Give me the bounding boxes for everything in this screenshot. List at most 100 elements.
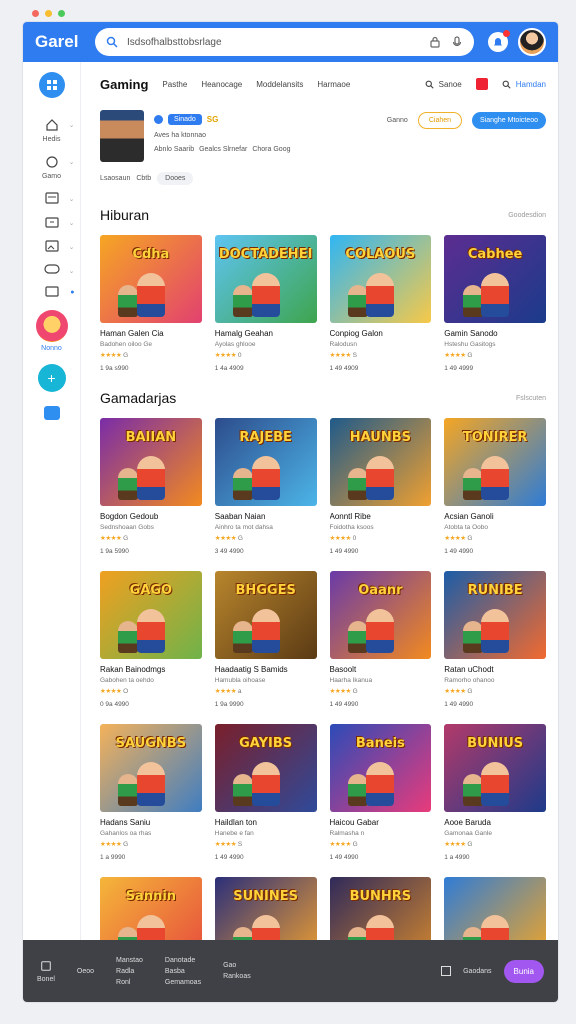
game-card[interactable]: Sannin [100, 877, 202, 940]
game-title[interactable]: Haicou Gabar [330, 818, 432, 827]
chip[interactable]: Lsaosaun [100, 175, 130, 182]
game-title[interactable]: Gamin Sanodo [444, 329, 546, 338]
profile-tag[interactable]: Sinado [168, 114, 202, 125]
profile-picture[interactable] [100, 110, 144, 162]
sidebar-item-media[interactable]: ⌄ [23, 240, 81, 252]
game-thumbnail[interactable]: RUNIBE [444, 571, 546, 659]
game-card[interactable]: RUNIBE Ratan uChodt Ramorho ohanoo ★★★★ G 1 … [444, 571, 546, 708]
game-card[interactable]: COLAOUS Conpiog Galon Ralodusn ★★★★ S 1 49 4… [329, 235, 432, 372]
bottom-link[interactable]: Gemamoas [165, 979, 201, 986]
apps-grid-icon[interactable] [38, 72, 65, 98]
game-thumbnail[interactable]: DOCTADEHEI [214, 235, 317, 323]
game-thumbnail[interactable]: Cabhee [444, 235, 546, 323]
close-dot[interactable] [32, 10, 39, 17]
section-see-all-link[interactable]: Goodesdion [508, 212, 546, 219]
lock-icon[interactable] [428, 35, 442, 49]
game-card[interactable] [444, 877, 546, 940]
game-title[interactable]: Saaban Naian [215, 512, 317, 521]
game-title[interactable]: Aonntl Ribe [330, 512, 432, 521]
game-title[interactable]: Haadaatig S Bamids [215, 665, 317, 674]
mic-icon[interactable] [450, 35, 464, 49]
bottom-home[interactable]: Bonel [37, 960, 55, 983]
bottom-link[interactable]: Manstao [116, 957, 143, 964]
game-title[interactable]: Conpiog Galon [330, 329, 432, 338]
maximize-dot[interactable] [58, 10, 65, 17]
nav-user[interactable]: Hamdan [502, 80, 546, 89]
game-card[interactable]: SAUGNBS Hadans Saniu Gahanlos oa rhas ★★★★ … [100, 724, 202, 861]
game-title[interactable]: Hamalg Geahan [215, 329, 317, 338]
chip[interactable]: Dooes [157, 172, 194, 185]
game-title[interactable]: Rakan Bainodmgs [100, 665, 202, 674]
chip[interactable]: Cbtb [136, 175, 151, 182]
game-thumbnail[interactable]: TONIRER [444, 418, 546, 506]
game-title[interactable]: Ratan uChodt [444, 665, 546, 674]
game-thumbnail[interactable]: Cdha [100, 235, 202, 323]
game-card[interactable]: GAYIBS Haildlan ton Hanebe e fan ★★★★ S 1 49… [214, 724, 317, 861]
game-card[interactable]: HAUNBS Aonntl Ribe Foidotha ksoos ★★★★ 0 1 4… [329, 418, 432, 555]
game-thumbnail[interactable]: HAUNBS [329, 418, 432, 506]
bottom-link[interactable]: Danotade [165, 957, 201, 964]
search-input[interactable]: Isdsofhalbsttobsrlage [127, 37, 420, 48]
game-thumbnail[interactable]: BUNHRS [329, 877, 432, 940]
sidebar-item-store[interactable]: ⌄ [23, 216, 81, 228]
game-title[interactable]: Basoolt [330, 665, 432, 674]
game-card[interactable]: SUNINES [214, 877, 317, 940]
game-card[interactable]: Oaanr Basoolt Haarha Ikanua ★★★★ G 1 49 4990 [329, 571, 432, 708]
game-card[interactable]: BUNHRS [329, 877, 432, 940]
game-thumbnail[interactable]: Sannin [100, 877, 202, 940]
user-avatar[interactable] [518, 28, 546, 56]
primary-action-button[interactable]: Sianghe Mtoicteoo [472, 112, 546, 129]
game-thumbnail[interactable]: BAIIAN [100, 418, 202, 506]
bottom-link[interactable]: Gao [223, 962, 251, 969]
game-card[interactable]: RAJEBE Saaban Naian Ainhro ta mot dahsa ★★★… [214, 418, 317, 555]
game-thumbnail[interactable]: BHGGES [214, 571, 317, 659]
game-thumbnail[interactable]: RAJEBE [214, 418, 317, 506]
game-title[interactable]: Haman Galen Cia [100, 329, 202, 338]
section-see-all-link[interactable]: Fslscuten [516, 395, 546, 402]
mascot-avatar[interactable] [35, 310, 68, 342]
game-thumbnail[interactable]: SUNINES [214, 877, 317, 940]
game-card[interactable]: Baneis Haicou Gabar Ralmasha n ★★★★ G 1 49 4… [329, 724, 432, 861]
nav-item[interactable]: Moddelansits [256, 80, 303, 89]
game-thumbnail[interactable]: GAYIBS [214, 724, 317, 812]
game-title[interactable]: Acsian Ganoli [444, 512, 546, 521]
game-card[interactable]: TONIRER Acsian Ganoli Atobta ta Oobo ★★★★ G… [444, 418, 546, 555]
add-icon[interactable]: + [37, 364, 66, 392]
game-thumbnail[interactable]: Oaanr [329, 571, 432, 659]
profile-action-text[interactable]: Ganno [387, 117, 408, 124]
game-card[interactable]: Cabhee Gamin Sanodo Hsteshu Gasitogs ★★★★ G… [444, 235, 546, 372]
game-thumbnail[interactable]: SAUGNBS [100, 724, 202, 812]
sidebar-item-library[interactable]: ⌄ [23, 192, 81, 204]
game-thumbnail[interactable] [444, 877, 546, 940]
bottom-link[interactable]: Radla [116, 968, 143, 975]
bottom-link[interactable]: Ronl [116, 979, 143, 986]
bottom-link[interactable]: Oeoo [77, 968, 94, 975]
game-card[interactable]: BAIIAN Bogdon Gedoub Sednshoaan Gobs ★★★★ G… [100, 418, 202, 555]
game-thumbnail[interactable]: COLAOUS [329, 235, 432, 323]
game-card[interactable]: BUNIUS Aooe Baruda Gamonaa Ganle ★★★★ G 1 a … [444, 724, 546, 861]
bottom-right-label[interactable]: Gaodans [463, 968, 491, 975]
game-thumbnail[interactable]: GAGO [100, 571, 202, 659]
minimize-dot[interactable] [45, 10, 52, 17]
game-card[interactable]: GAGO Rakan Bainodmgs Gabohen ta oehdo ★★★★ … [100, 571, 202, 708]
game-thumbnail[interactable]: BUNIUS [444, 724, 546, 812]
game-card[interactable]: BHGGES Haadaatig S Bamids Hamubla oihoase ★… [214, 571, 317, 708]
bottom-link[interactable]: Rankoas [223, 973, 251, 980]
game-title[interactable]: Hadans Saniu [100, 818, 202, 827]
game-title[interactable]: Haildlan ton [215, 818, 317, 827]
brand-logo[interactable]: Garel [35, 32, 81, 52]
gift-icon[interactable] [475, 78, 488, 90]
sidebar-item-home[interactable]: Hedis ⌄ [23, 118, 81, 143]
game-card[interactable]: DOCTADEHEI Hamalg Geahan Ayolas ghlooe ★★★★… [214, 235, 317, 372]
nav-item[interactable]: Heanocage [201, 80, 242, 89]
follow-button[interactable]: Ciahen [417, 112, 463, 129]
nav-search[interactable]: Sanoe [425, 80, 462, 89]
sidebar-item-screen[interactable]: ● [23, 286, 81, 298]
game-title[interactable]: Bogdon Gedoub [100, 512, 202, 521]
cart-icon[interactable] [441, 966, 452, 976]
search-bar[interactable]: Isdsofhalbsttobsrlage [95, 28, 474, 56]
game-card[interactable]: Cdha Haman Galen Cia Badohen oiloo Ge ★★★★ … [100, 235, 202, 372]
game-thumbnail[interactable]: Baneis [329, 724, 432, 812]
primary-bottom-button[interactable]: Bunia [503, 959, 544, 983]
notification-bell-icon[interactable] [488, 30, 510, 52]
